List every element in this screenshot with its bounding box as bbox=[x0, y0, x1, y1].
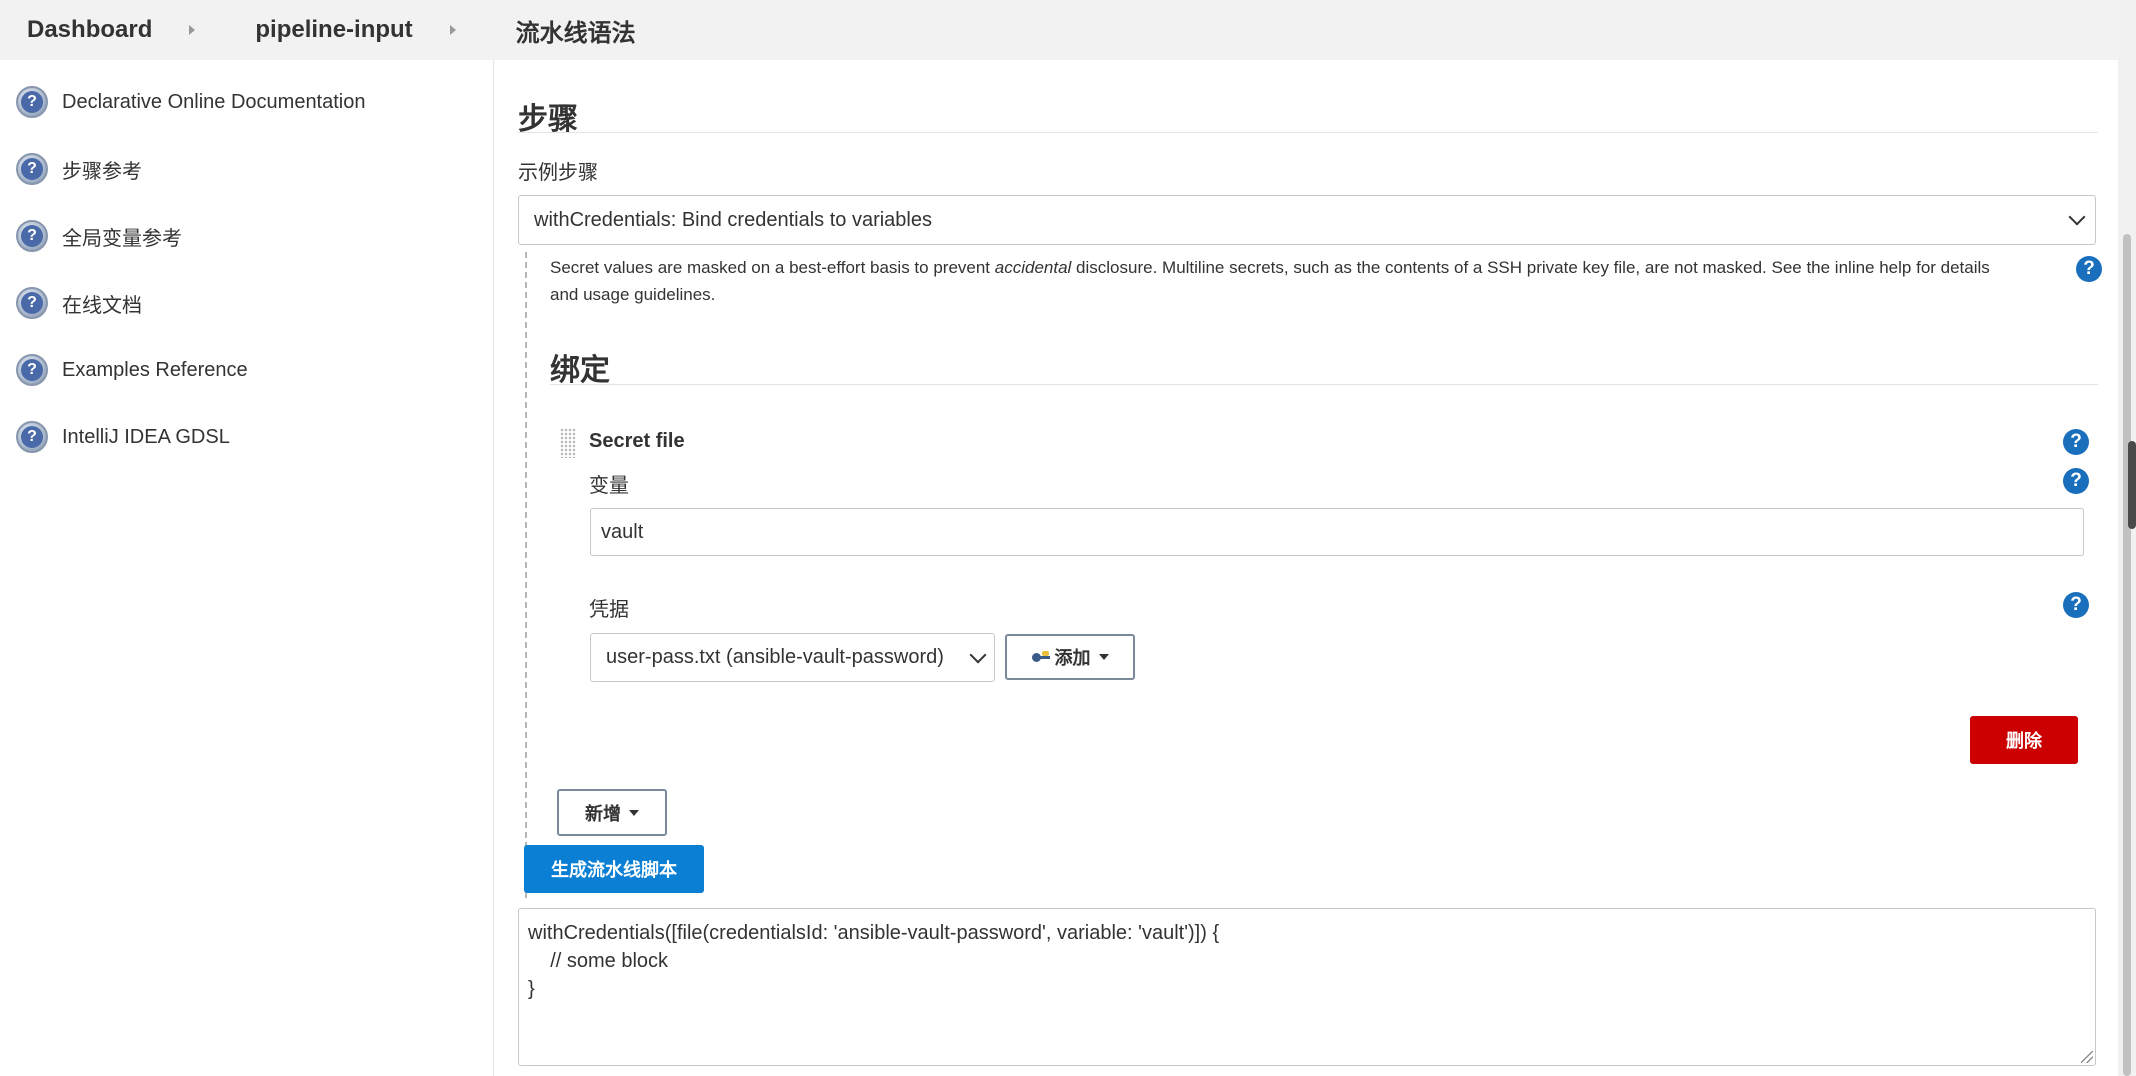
sample-step-select[interactable]: withCredentials: Bind credentials to var… bbox=[518, 195, 2096, 245]
scrollbar-track-thumb[interactable] bbox=[2123, 234, 2131, 1076]
key-icon bbox=[1031, 651, 1052, 663]
binding-type-title: Secret file bbox=[589, 430, 685, 452]
sidebar-item-online-docs[interactable]: ? 在线文档 bbox=[16, 283, 142, 323]
add-credentials-button[interactable]: 添加 bbox=[1005, 634, 1135, 680]
help-icon: ? bbox=[16, 421, 48, 453]
variable-label: 变量 bbox=[589, 475, 629, 497]
chevron-down-icon bbox=[2068, 208, 2086, 226]
breadcrumb-separator-icon bbox=[189, 25, 196, 35]
drag-handle-icon[interactable] bbox=[560, 428, 576, 458]
help-icon[interactable]: ? bbox=[2076, 256, 2102, 282]
sidebar-item-label: Examples Reference bbox=[62, 358, 248, 381]
breadcrumb-pipeline-input[interactable]: pipeline-input bbox=[255, 16, 412, 44]
vertical-scrollbar[interactable] bbox=[2118, 0, 2136, 1076]
sidebar-item-declarative-docs[interactable]: ? Declarative Online Documentation bbox=[16, 82, 366, 122]
generated-script-textarea[interactable]: withCredentials([file(credentialsId: 'an… bbox=[518, 908, 2096, 1066]
sample-step-label: 示例步骤 bbox=[518, 162, 598, 184]
sample-step-value: withCredentials: Bind credentials to var… bbox=[534, 208, 932, 231]
credentials-label: 凭据 bbox=[589, 599, 629, 621]
help-icon: ? bbox=[16, 287, 48, 319]
sidebar: ? Declarative Online Documentation ? 步骤参… bbox=[0, 60, 494, 1076]
bindings-heading: 绑定 bbox=[550, 354, 610, 387]
sidebar-item-label: 全局变量参考 bbox=[62, 227, 182, 250]
variable-input[interactable]: vault bbox=[590, 508, 2084, 556]
masking-notice: Secret values are masked on a best-effor… bbox=[550, 258, 1990, 304]
sidebar-item-global-variables[interactable]: ? 全局变量参考 bbox=[16, 216, 182, 256]
caret-down-icon bbox=[1098, 654, 1109, 660]
divider bbox=[550, 384, 2098, 385]
chevron-down-icon bbox=[969, 646, 987, 663]
credentials-select[interactable]: user-pass.txt (ansible-vault-password) bbox=[590, 633, 995, 682]
help-icon: ? bbox=[16, 220, 48, 252]
breadcrumb-separator-icon bbox=[449, 25, 456, 35]
add-binding-button[interactable]: 新增 bbox=[557, 789, 667, 836]
generate-script-button[interactable]: 生成流水线脚本 bbox=[524, 845, 704, 893]
add-button-label: 添加 bbox=[1054, 648, 1091, 668]
sidebar-item-label: IntelliJ IDEA GDSL bbox=[62, 425, 230, 448]
step-config-rail bbox=[525, 252, 527, 898]
divider bbox=[518, 132, 2098, 133]
sidebar-item-label: Declarative Online Documentation bbox=[62, 90, 366, 113]
help-icon: ? bbox=[16, 354, 48, 386]
sidebar-item-intellij-gdsl[interactable]: ? IntelliJ IDEA GDSL bbox=[16, 417, 230, 457]
new-button-label: 新增 bbox=[585, 803, 621, 824]
caret-down-icon bbox=[629, 809, 639, 816]
breadcrumb-dashboard[interactable]: Dashboard bbox=[27, 16, 152, 44]
help-icon: ? bbox=[16, 153, 48, 185]
resize-grip-icon[interactable] bbox=[2081, 1051, 2093, 1063]
sidebar-item-examples-reference[interactable]: ? Examples Reference bbox=[16, 350, 248, 390]
scrollbar-thumb[interactable] bbox=[2128, 441, 2136, 529]
credentials-value: user-pass.txt (ansible-vault-password) bbox=[606, 646, 944, 668]
sidebar-item-label: 步骤参考 bbox=[62, 160, 142, 183]
help-icon: ? bbox=[16, 86, 48, 118]
help-icon[interactable]: ? bbox=[2063, 592, 2089, 618]
help-icon[interactable]: ? bbox=[2063, 468, 2089, 494]
breadcrumb-pipeline-syntax[interactable]: 流水线语法 bbox=[516, 13, 636, 48]
generated-script-text: withCredentials([file(credentialsId: 'an… bbox=[528, 922, 1220, 1000]
breadcrumb-bar: Dashboard pipeline-input 流水线语法 bbox=[0, 0, 2118, 60]
sidebar-item-label: 在线文档 bbox=[62, 294, 142, 317]
delete-button[interactable]: 删除 bbox=[1970, 716, 2078, 764]
sidebar-item-step-reference[interactable]: ? 步骤参考 bbox=[16, 149, 142, 189]
help-icon[interactable]: ? bbox=[2063, 429, 2089, 455]
